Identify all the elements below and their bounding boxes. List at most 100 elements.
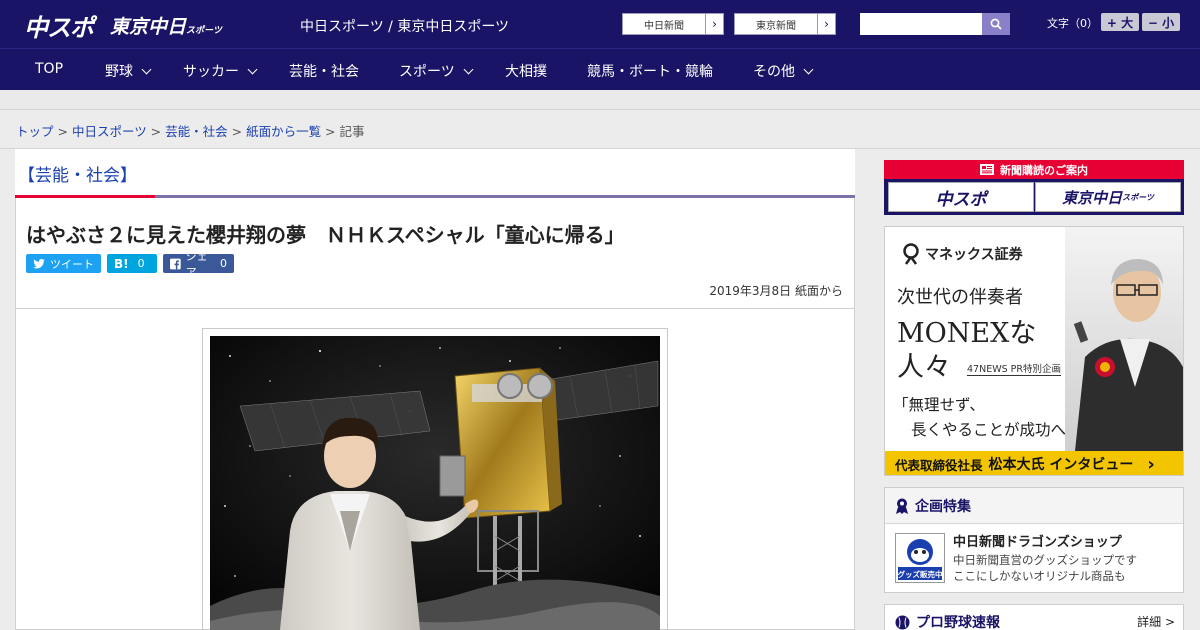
top-header: 中スポ 東京中日スポーツ 中日スポーツ / 東京中日スポーツ 中日新聞 › 東京… xyxy=(0,0,1200,48)
main-nav: TOP 野球 サッカー 芸能・社会 スポーツ 大相撲 競馬・ボート・競輪 その他 xyxy=(0,48,1200,90)
ad-footer-role: 代表取締役社長 xyxy=(895,457,983,473)
baseball-icon xyxy=(895,615,910,629)
breadcrumb-current: 記事 xyxy=(339,124,365,139)
nav-label: 大相撲 xyxy=(505,64,547,80)
facebook-count: 0 xyxy=(220,257,227,270)
dragons-shop-thumbnail[interactable]: グッズ販売中 xyxy=(895,533,945,583)
subscription-box: 新聞購読のご案内 中スポ 東京中日 スポーツ xyxy=(884,160,1184,215)
tweet-button[interactable]: ツイート xyxy=(26,254,101,273)
subscription-heading: 新聞購読のご案内 xyxy=(884,160,1184,179)
site-names: 中日スポーツ / 東京中日スポーツ xyxy=(300,19,510,35)
subscription-heading-text: 新聞購読のご案内 xyxy=(1000,163,1088,177)
nav-label: スポーツ xyxy=(399,64,455,80)
search-input[interactable] xyxy=(860,13,982,35)
breadcrumb-sep: > xyxy=(321,124,340,139)
tweet-label: ツイート xyxy=(50,257,94,271)
article-photo[interactable] xyxy=(210,336,660,630)
breadcrumb-top[interactable]: トップ xyxy=(16,124,54,139)
ad-pr-label: 47NEWS PR特別企画 xyxy=(967,361,1061,376)
subscribe-chuspo-button[interactable]: 中スポ xyxy=(888,182,1034,212)
feature-desc-line-1: 中日新聞直営のグッズショップです xyxy=(953,553,1137,567)
hatena-bookmark-button[interactable]: B! 0 xyxy=(107,254,157,273)
subscribe-tokyo-suffix: スポーツ xyxy=(1122,192,1154,202)
nav-item-top[interactable]: TOP xyxy=(35,61,63,77)
search-icon xyxy=(990,18,1002,30)
breadcrumb-sep: > xyxy=(146,124,166,139)
nav-item-sumo[interactable]: 大相撲 xyxy=(505,61,547,81)
article-headline: はやぶさ２に見えた櫻井翔の夢 ＮＨＫスペシャル「童心に帰る」 xyxy=(26,223,625,247)
ad-portrait-illustration xyxy=(1065,227,1183,451)
facebook-share-label: シェア xyxy=(185,249,208,279)
facebook-icon xyxy=(170,258,181,269)
breadcrumb-sep: > xyxy=(227,124,247,139)
search-button[interactable] xyxy=(982,13,1010,35)
nav-label: その他 xyxy=(753,64,795,80)
nav-item-entertainment[interactable]: 芸能・社会 xyxy=(289,61,359,81)
feature-desc-line-2: ここにしかないオリジナル商品も xyxy=(953,569,1126,584)
ad-strip xyxy=(0,90,1200,110)
facebook-share-button[interactable]: シェア 0 xyxy=(163,250,234,279)
hatena-b-icon: B! xyxy=(114,256,129,271)
breadcrumb-entertainment[interactable]: 芸能・社会 xyxy=(165,124,228,139)
category-heading[interactable]: 【芸能・社会】 xyxy=(18,161,137,186)
ribbon-icon xyxy=(896,498,908,514)
nav-label: 競馬・ボート・競輪 xyxy=(587,64,713,80)
chevron-down-icon xyxy=(247,64,258,74)
font-smaller-button[interactable]: − 小 xyxy=(1142,13,1180,31)
scores-heading: プロ野球速報 xyxy=(895,612,1000,630)
scores-more-link[interactable]: 詳細 > xyxy=(1137,613,1175,630)
monex-ad[interactable]: マネックス証券 次世代の伴奏者 MONEXな 人々 47NEWS PR特別企画 … xyxy=(884,226,1184,476)
breadcrumb-paper-list[interactable]: 紙面から一覧 xyxy=(246,124,321,139)
nav-label: 芸能・社会 xyxy=(289,64,359,80)
monex-logo: マネックス証券 xyxy=(901,243,1023,265)
baseball-scores-box: プロ野球速報 詳細 > xyxy=(884,604,1184,630)
nav-label: 野球 xyxy=(105,64,133,80)
breadcrumb-chunichi-sports[interactable]: 中日スポーツ xyxy=(72,124,147,139)
subscribe-tokyo-button[interactable]: 東京中日 スポーツ xyxy=(1035,182,1181,212)
font-bigger-button[interactable]: + 大 xyxy=(1101,13,1139,31)
breadcrumb-sep: > xyxy=(53,124,72,139)
feature-box: 企画特集 グッズ販売中 中日新聞ドラゴンズショップ 中日新聞直営のグッズショップ… xyxy=(884,487,1184,593)
ad-footer-bar[interactable]: 代表取締役社長 松本大氏 インタビュー › xyxy=(885,451,1183,475)
thumb-text: グッズ販売中 xyxy=(897,570,943,579)
nav-label: TOP xyxy=(35,61,64,77)
feature-title[interactable]: 中日新聞ドラゴンズショップ xyxy=(953,531,1122,550)
nav-item-racing[interactable]: 競馬・ボート・競輪 xyxy=(587,61,713,81)
tokyo-logo-text: 東京中日 xyxy=(110,16,187,38)
newspaper-icon xyxy=(980,164,994,175)
chevron-right-icon: › xyxy=(705,14,723,34)
hayabusa2-photo-illustration xyxy=(210,336,660,630)
nav-label: サッカー xyxy=(183,64,239,80)
feature-heading: 企画特集 xyxy=(885,488,1183,524)
breadcrumb: トップ > 中日スポーツ > 芸能・社会 > 紙面から一覧 > 記事 xyxy=(16,121,365,140)
monex-mark-icon xyxy=(903,243,919,265)
chunichi-shimbun-link[interactable]: 中日新聞 › xyxy=(622,13,724,35)
article-date: 2019年3月8日 紙面から xyxy=(709,284,843,298)
twitter-bird-icon xyxy=(33,258,45,268)
chuspo-logo[interactable]: 中スポ xyxy=(24,8,94,43)
chevron-right-icon: › xyxy=(817,14,835,34)
monex-brand: マネックス証券 xyxy=(925,247,1023,263)
feature-description: 中日新聞直営のグッズショップです ここにしかないオリジナル商品も xyxy=(953,552,1137,584)
tokyo-chunichi-logo[interactable]: 東京中日スポーツ xyxy=(110,12,222,39)
subscribe-tokyo-label: 東京中日 xyxy=(1062,188,1123,207)
hatena-count: 0 xyxy=(137,257,145,270)
chevron-right-icon: › xyxy=(1147,453,1155,475)
chunichi-shimbun-label: 中日新聞 xyxy=(644,20,684,32)
nav-item-baseball[interactable]: 野球 xyxy=(105,61,152,81)
ad-footer-name: 松本大氏 インタビュー xyxy=(988,457,1134,473)
feature-heading-text: 企画特集 xyxy=(915,498,971,515)
ad-headline-1: 次世代の伴奏者 xyxy=(897,287,1023,308)
nav-item-soccer[interactable]: サッカー xyxy=(183,61,258,81)
ad-headline-3: 人々 xyxy=(897,352,951,383)
chevron-down-icon xyxy=(803,64,814,74)
tokyo-shimbun-link[interactable]: 東京新聞 › xyxy=(734,13,836,35)
scores-heading-text: プロ野球速報 xyxy=(916,615,1000,630)
nav-item-other[interactable]: その他 xyxy=(753,61,814,81)
chevron-down-icon xyxy=(141,64,152,74)
tokyo-shimbun-label: 東京新聞 xyxy=(756,20,796,32)
nav-item-sports[interactable]: スポーツ xyxy=(399,61,474,81)
divider xyxy=(15,308,855,309)
chevron-down-icon xyxy=(463,64,474,74)
tokyo-logo-suffix: スポーツ xyxy=(186,26,222,36)
